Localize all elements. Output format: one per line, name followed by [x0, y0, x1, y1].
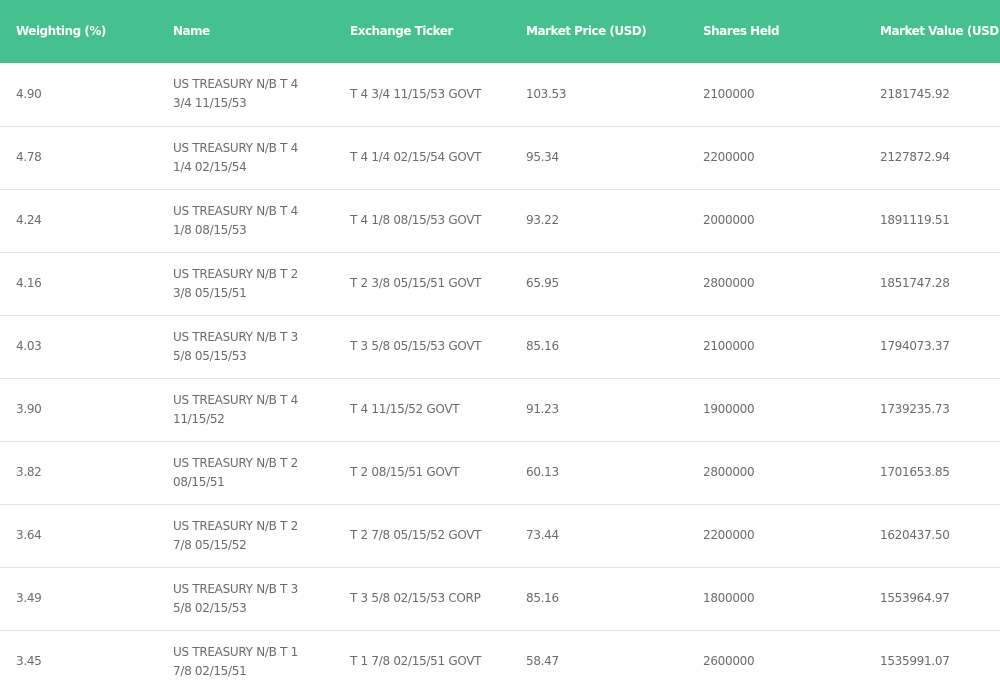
weighting-cell: 3.90 — [16, 402, 42, 416]
name-cell: US TREASURY N/B T 4 1/4 02/15/54 — [173, 140, 298, 174]
table-row: 3.82 US TREASURY N/B T 2 08/15/51 T 2 08/1… — [0, 441, 1000, 504]
table-row: 4.16 US TREASURY N/B T 2 3/8 05/15/51 T 2 … — [0, 252, 1000, 315]
table-row: 4.78 US TREASURY N/B T 4 1/4 02/15/54 T 4 … — [0, 126, 1000, 189]
column-header-market-value[interactable]: Market Value (USD) — [880, 0, 1000, 63]
market-price-cell: 85.16 — [526, 339, 559, 353]
table-row: 4.24 US TREASURY N/B T 4 1/8 08/15/53 T 4 … — [0, 189, 1000, 252]
market-price-cell: 95.34 — [526, 150, 559, 164]
ticker-cell: T 4 1/4 02/15/54 GOVT — [350, 150, 482, 164]
column-header-exchange-ticker[interactable]: Exchange Ticker — [350, 0, 526, 63]
shares-held-cell: 2200000 — [703, 528, 755, 542]
weighting-cell: 4.78 — [16, 150, 42, 164]
market-value-cell: 1794073.37 — [880, 339, 950, 353]
name-cell: US TREASURY N/B T 2 08/15/51 — [173, 455, 298, 489]
name-cell: US TREASURY N/B T 1 7/8 02/15/51 — [173, 644, 298, 678]
market-price-cell: 58.47 — [526, 654, 559, 668]
table-row: 4.90 US TREASURY N/B T 4 3/4 11/15/53 T 4 … — [0, 63, 1000, 126]
name-cell: US TREASURY N/B T 2 3/8 05/15/51 — [173, 266, 298, 300]
name-cell: US TREASURY N/B T 4 11/15/52 — [173, 392, 298, 426]
shares-held-cell: 2800000 — [703, 465, 755, 479]
weighting-cell: 4.03 — [16, 339, 42, 353]
ticker-cell: T 1 7/8 02/15/51 GOVT — [350, 654, 482, 668]
shares-held-cell: 2800000 — [703, 276, 755, 290]
weighting-cell: 3.49 — [16, 591, 42, 605]
market-price-cell: 73.44 — [526, 528, 559, 542]
shares-held-cell: 2100000 — [703, 339, 755, 353]
market-value-cell: 1620437.50 — [880, 528, 950, 542]
shares-held-cell: 1800000 — [703, 591, 755, 605]
market-value-cell: 1739235.73 — [880, 402, 950, 416]
ticker-cell: T 4 11/15/52 GOVT — [350, 402, 460, 416]
shares-held-cell: 1900000 — [703, 402, 755, 416]
table-header: Weighting (%) Name Exchange Ticker Marke… — [0, 0, 1000, 63]
market-price-cell: 91.23 — [526, 402, 559, 416]
name-cell: US TREASURY N/B T 2 7/8 05/15/52 — [173, 518, 298, 552]
shares-held-cell: 2000000 — [703, 213, 755, 227]
market-value-cell: 1891119.51 — [880, 213, 950, 227]
market-value-cell: 1701653.85 — [880, 465, 950, 479]
name-cell: US TREASURY N/B T 3 5/8 05/15/53 — [173, 329, 298, 363]
column-header-name[interactable]: Name — [173, 0, 350, 63]
table-row: 4.03 US TREASURY N/B T 3 5/8 05/15/53 T 3 … — [0, 315, 1000, 378]
market-value-cell: 1553964.97 — [880, 591, 950, 605]
market-value-cell: 1535991.07 — [880, 654, 950, 668]
market-price-cell: 85.16 — [526, 591, 559, 605]
table-row: 3.45 US TREASURY N/B T 1 7/8 02/15/51 T 1 … — [0, 630, 1000, 683]
market-price-cell: 60.13 — [526, 465, 559, 479]
name-cell: US TREASURY N/B T 4 1/8 08/15/53 — [173, 203, 298, 237]
weighting-cell: 3.45 — [16, 654, 42, 668]
ticker-cell: T 2 3/8 05/15/51 GOVT — [350, 276, 482, 290]
weighting-cell: 3.64 — [16, 528, 42, 542]
ticker-cell: T 4 3/4 11/15/53 GOVT — [350, 86, 482, 101]
table-body: 4.90 US TREASURY N/B T 4 3/4 11/15/53 T 4 … — [0, 63, 1000, 683]
ticker-cell: T 4 1/8 08/15/53 GOVT — [350, 213, 482, 227]
weighting-cell: 3.82 — [16, 465, 42, 479]
market-price-cell: 65.95 — [526, 276, 559, 290]
market-price-cell: 93.22 — [526, 213, 559, 227]
market-price-cell: 103.53 — [526, 86, 567, 101]
ticker-cell: T 3 5/8 02/15/53 CORP — [350, 591, 481, 605]
table-row: 3.64 US TREASURY N/B T 2 7/8 05/15/52 T 2 … — [0, 504, 1000, 567]
ticker-cell: T 3 5/8 05/15/53 GOVT — [350, 339, 482, 353]
header-row: Weighting (%) Name Exchange Ticker Marke… — [0, 0, 1000, 63]
market-value-cell: 1851747.28 — [880, 276, 950, 290]
weighting-cell: 4.16 — [16, 276, 42, 290]
column-header-shares-held[interactable]: Shares Held — [703, 0, 880, 63]
market-value-cell: 2127872.94 — [880, 150, 950, 164]
name-cell: US TREASURY N/B T 4 3/4 11/15/53 — [173, 77, 298, 111]
table-row: 3.49 US TREASURY N/B T 3 5/8 02/15/53 T 3 … — [0, 567, 1000, 630]
shares-held-cell: 2200000 — [703, 150, 755, 164]
weighting-cell: 4.90 — [16, 86, 42, 101]
column-header-market-price[interactable]: Market Price (USD) — [526, 0, 703, 63]
ticker-cell: T 2 7/8 05/15/52 GOVT — [350, 528, 482, 542]
weighting-cell: 4.24 — [16, 213, 42, 227]
column-header-weighting[interactable]: Weighting (%) — [0, 0, 173, 63]
shares-held-cell: 2600000 — [703, 654, 755, 668]
shares-held-cell: 2100000 — [703, 86, 755, 101]
market-value-cell: 2181745.92 — [880, 86, 950, 101]
name-cell: US TREASURY N/B T 3 5/8 02/15/53 — [173, 581, 298, 615]
holdings-table: Weighting (%) Name Exchange Ticker Marke… — [0, 0, 1000, 683]
table-row: 3.90 US TREASURY N/B T 4 11/15/52 T 4 11/1… — [0, 378, 1000, 441]
ticker-cell: T 2 08/15/51 GOVT — [350, 465, 460, 479]
